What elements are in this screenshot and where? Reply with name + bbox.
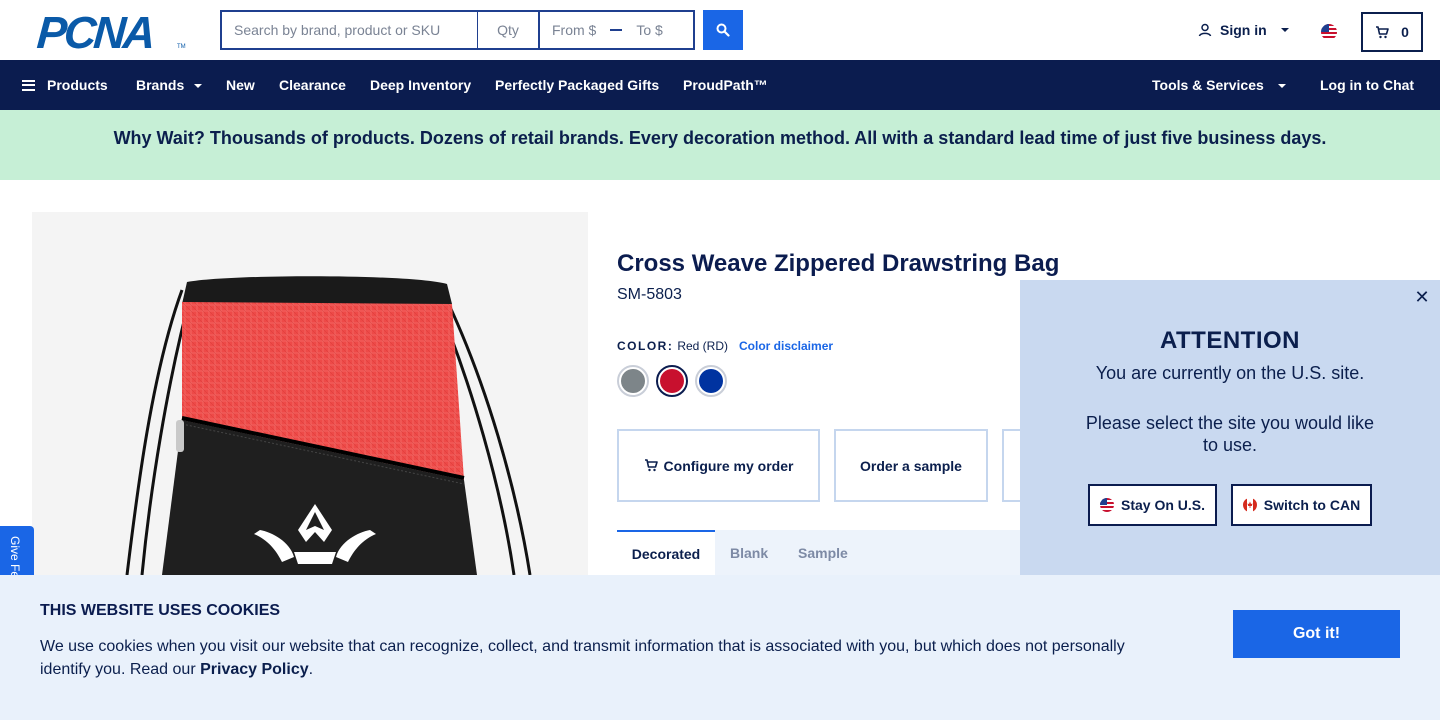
price-range: From $ To $ (540, 12, 693, 48)
cart-icon (644, 459, 658, 472)
color-swatch-royal-blue[interactable] (695, 365, 727, 397)
nav-item-label: Deep Inventory (370, 77, 472, 93)
modal-heading: ATTENTION (1159, 327, 1301, 354)
price-range-dash (610, 29, 623, 31)
nav-item-label: Log in to Chat (1320, 77, 1415, 93)
nav-item-new[interactable]: New (226, 60, 255, 110)
tab-blank[interactable]: Blank (730, 530, 768, 575)
nav-item-clearance[interactable]: Clearance (279, 60, 346, 110)
stay-on-us-button[interactable]: Stay On U.S. (1088, 484, 1217, 526)
logo-trademark: TM (177, 44, 186, 50)
cookie-text-end: . (308, 661, 314, 678)
log-in-to-chat-link[interactable]: Log in to Chat (1320, 60, 1414, 110)
color-label: COLOR: (617, 339, 674, 353)
nav-item-label: ProudPath™ (683, 77, 768, 93)
nav-item-label: Clearance (279, 77, 346, 93)
nav-item-label: Products (47, 77, 108, 93)
privacy-policy-link[interactable]: Privacy Policy (200, 661, 309, 678)
swatch-fill (621, 369, 645, 393)
switch-to-can-button[interactable]: Switch to CAN (1231, 484, 1372, 526)
switch-to-can-label: Switch to CAN (1263, 497, 1361, 513)
cart-count: 0 (1401, 24, 1409, 40)
nav-item-label: Tools & Services (1152, 77, 1264, 93)
stay-on-us-label: Stay On U.S. (1120, 497, 1206, 513)
drawstring-bag-image (125, 276, 532, 575)
color-row: COLOR: Red (RD) Color disclaimer (617, 339, 833, 353)
nav-item-label: Perfectly Packaged Gifts (495, 77, 660, 93)
logo-wordmark: PCNA (35, 7, 155, 58)
tab-label: Blank (730, 544, 769, 561)
sign-in-label: Sign in (1220, 22, 1267, 38)
swatch-fill (699, 369, 723, 393)
price-from-input[interactable]: From $ (552, 22, 596, 38)
chevron-down-icon (1280, 28, 1289, 32)
nav-item-label: New (226, 77, 255, 93)
nav-item-perfectly-packaged-gifts[interactable]: Perfectly Packaged Gifts (495, 60, 659, 110)
search-input[interactable]: Search by brand, product or SKU (222, 12, 478, 48)
canada-flag-icon (1242, 498, 1257, 512)
chevron-down-icon (1277, 84, 1286, 88)
product-title: Cross Weave Zippered Drawstring Bag (617, 250, 1060, 277)
product-image[interactable] (32, 212, 588, 575)
pcna-logo[interactable]: PCNA TM (35, 7, 186, 58)
menu-icon (22, 79, 35, 91)
user-icon (1198, 23, 1212, 37)
tab-decorated[interactable]: Decorated (617, 530, 715, 575)
modal-instruction-text: Please select the site you would like to… (1085, 413, 1375, 455)
tab-sample[interactable]: Sample (798, 530, 848, 575)
cart-button[interactable]: 0 (1361, 12, 1423, 52)
order-sample-label: Order a sample (860, 457, 962, 474)
cookie-text: We use cookies when you visit our websit… (40, 635, 1150, 681)
cart-icon (1376, 25, 1389, 38)
nav-item-brands[interactable]: Brands (136, 60, 203, 110)
promo-text: Why Wait? Thousands of products. Dozens … (113, 127, 1327, 148)
tab-label: Decorated (631, 545, 701, 562)
us-flag-icon[interactable] (1321, 24, 1337, 40)
site-header: PCNA TM Search by brand, product or SKU … (0, 0, 1440, 60)
configure-order-button[interactable]: Configure my order (617, 429, 820, 502)
main-nav: Products Brands New Clearance Deep Inven… (0, 60, 1440, 110)
chevron-down-icon (194, 84, 203, 88)
sign-in-menu[interactable]: Sign in (1198, 22, 1289, 38)
order-sample-button[interactable]: Order a sample (834, 429, 988, 502)
search-icon (716, 23, 730, 37)
nav-item-tools-services[interactable]: Tools & Services (1152, 60, 1286, 110)
quantity-input[interactable]: Qty (478, 12, 540, 48)
nav-item-deep-inventory[interactable]: Deep Inventory (370, 60, 471, 110)
promo-banner: Why Wait? Thousands of products. Dozens … (0, 110, 1440, 180)
cookie-title: THIS WEBSITE USES COOKIES (40, 602, 281, 619)
tab-label: Sample (798, 544, 848, 561)
nav-item-products[interactable]: Products (22, 60, 108, 110)
modal-current-site-text: You are currently on the U.S. site. (1095, 363, 1365, 383)
cookie-banner: THIS WEBSITE USES COOKIES We use cookies… (0, 575, 1440, 720)
nav-item-proudpath[interactable]: ProudPath™ (683, 60, 768, 110)
nav-item-label: Brands (136, 77, 185, 93)
cookie-accept-button[interactable]: Got it! (1233, 610, 1400, 658)
close-icon[interactable]: ✕ (1414, 288, 1430, 306)
color-value: Red (RD) (677, 339, 728, 353)
color-disclaimer-link[interactable]: Color disclaimer (739, 339, 833, 353)
configure-order-label: Configure my order (663, 457, 794, 474)
search-bar: Search by brand, product or SKU Qty From… (220, 10, 695, 50)
product-sku: SM-5803 (617, 286, 682, 303)
swatch-fill (660, 369, 684, 393)
price-to-input[interactable]: To $ (636, 22, 662, 38)
region-select-modal: ✕ ATTENTION You are currently on the U.S… (1020, 280, 1440, 576)
search-button[interactable] (703, 10, 743, 50)
color-swatch-gray[interactable] (617, 365, 649, 397)
us-flag-icon (1099, 498, 1114, 512)
color-swatch-red[interactable] (656, 365, 688, 397)
